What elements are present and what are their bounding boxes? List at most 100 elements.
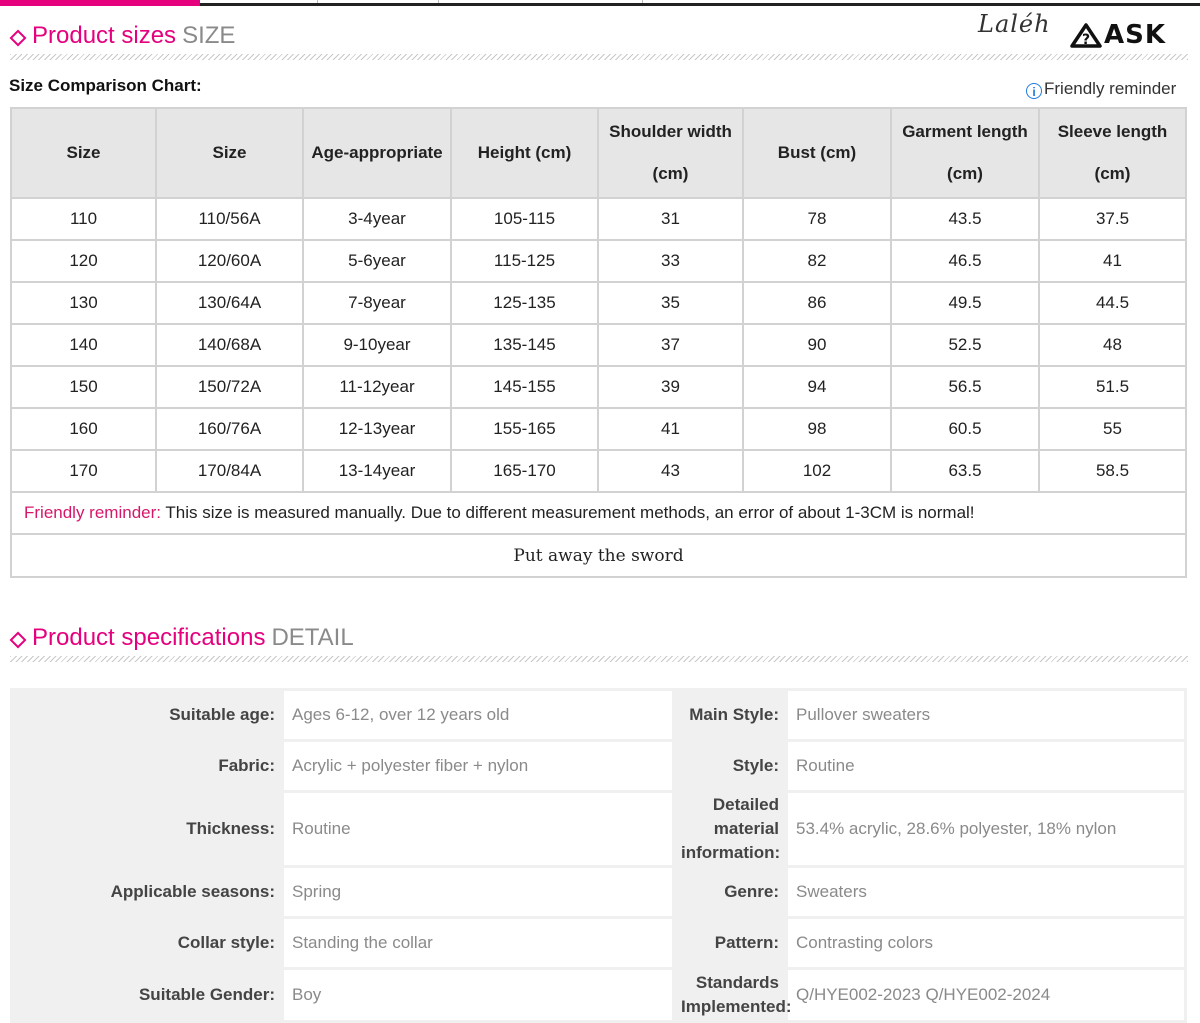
- size-table-cell: 31: [597, 197, 744, 241]
- spec-value: Routine: [788, 742, 1184, 790]
- size-table-cell: 125-135: [450, 281, 599, 325]
- size-table-cell: 110: [10, 197, 157, 241]
- size-comparison-table: Size Size Age-appropriate Height (cm) Should…: [10, 107, 1187, 578]
- size-table-cell: 63.5: [890, 449, 1040, 493]
- size-table-cell: 105-115: [450, 197, 599, 241]
- size-table-header-cell: Size: [155, 107, 304, 199]
- section-subtitle: SIZE: [182, 22, 236, 49]
- brand-script-logo: Laléh: [978, 10, 1051, 38]
- size-table-cell: 140: [10, 323, 157, 367]
- size-table-cell: 160: [10, 407, 157, 451]
- size-table-cell: 56.5: [890, 365, 1040, 409]
- size-note: Friendly reminder: This size is measured…: [10, 491, 1187, 535]
- header-label: Height (cm): [477, 143, 572, 162]
- spec-key: Suitable Gender:: [13, 970, 281, 1020]
- header-label: Sleeve length: [1057, 122, 1168, 141]
- size-table-cell: 51.5: [1038, 365, 1187, 409]
- size-table-cell: 150: [10, 365, 157, 409]
- friendly-reminder-text: Friendly reminder: [1044, 79, 1177, 98]
- friendly-reminder-link[interactable]: i Friendly reminder: [1026, 79, 1176, 99]
- size-table-cell: 55: [1038, 407, 1187, 451]
- size-table-cell: 86: [742, 281, 892, 325]
- size-table-cell: 43.5: [890, 197, 1040, 241]
- size-table-cell: 135-145: [450, 323, 599, 367]
- size-table-row: 170 170/84A 13-14year 165-170 43 102 63.5 58.5: [10, 449, 1187, 493]
- diamond-icon: [9, 29, 27, 47]
- spec-value: Standing the collar: [284, 919, 672, 967]
- size-table-cell: 60.5: [890, 407, 1040, 451]
- spec-key: Detailed material information:: [675, 793, 785, 865]
- size-table-header-cell: Shoulder width (cm): [597, 107, 744, 199]
- size-footer-row: Put away the sword: [10, 533, 1187, 578]
- note-label: Friendly reminder:: [24, 503, 161, 522]
- header-unit: (cm): [947, 164, 983, 183]
- spec-key: Genre:: [675, 868, 785, 916]
- size-note-row: Friendly reminder: This size is measured…: [10, 491, 1187, 535]
- spec-value: 53.4% acrylic, 28.6% polyester, 18% nylo…: [788, 793, 1184, 865]
- header-label: Age-appropriate: [311, 143, 443, 162]
- size-footer-text: Put away the sword: [10, 533, 1187, 578]
- spec-key: Pattern:: [675, 919, 785, 967]
- size-table-row: 110 110/56A 3-4year 105-115 31 78 43.5 37.5: [10, 197, 1187, 241]
- size-table-row: 140 140/68A 9-10year 135-145 37 90 52.5 48: [10, 323, 1187, 367]
- size-table-cell: 41: [597, 407, 744, 451]
- size-table-cell: 37: [597, 323, 744, 367]
- diamond-icon: [9, 631, 27, 649]
- hatch-divider: [10, 54, 1188, 60]
- size-table-row: 120 120/60A 5-6year 115-125 33 82 46.5 41: [10, 239, 1187, 283]
- spec-row: Thickness: Routine Detailed material infor…: [13, 793, 1184, 865]
- size-table-cell: 35: [597, 281, 744, 325]
- spec-value: Acrylic + polyester fiber + nylon: [284, 742, 672, 790]
- size-table-cell: 39: [597, 365, 744, 409]
- section-title: Product sizes SIZE: [32, 22, 236, 49]
- size-table-cell: 140/68A: [155, 323, 304, 367]
- brand-wordmark: ASK: [1104, 20, 1166, 50]
- product-spec-table: Suitable age: Ages 6-12, over 12 years ol…: [10, 688, 1187, 1023]
- spec-value: Q/HYE002-2023 Q/HYE002-2024: [788, 970, 1184, 1020]
- size-table-cell: 5-6year: [302, 239, 452, 283]
- size-table-cell: 33: [597, 239, 744, 283]
- size-table-cell: 58.5: [1038, 449, 1187, 493]
- spec-key: Main Style:: [675, 691, 785, 739]
- size-table-cell: 155-165: [450, 407, 599, 451]
- size-chart-label: Size Comparison Chart:: [9, 76, 202, 95]
- size-table-cell: 7-8year: [302, 281, 452, 325]
- size-table-cell: 48: [1038, 323, 1187, 367]
- size-table-cell: 13-14year: [302, 449, 452, 493]
- size-table-cell: 49.5: [890, 281, 1040, 325]
- size-table-cell: 3-4year: [302, 197, 452, 241]
- spec-key: Applicable seasons:: [13, 868, 281, 916]
- question-house-icon: ?: [1070, 23, 1102, 48]
- size-table-cell: 98: [742, 407, 892, 451]
- size-table-cell: 145-155: [450, 365, 599, 409]
- spec-value: Spring: [284, 868, 672, 916]
- header-label: Size: [66, 143, 101, 162]
- spec-value: Boy: [284, 970, 672, 1020]
- active-tab-indicator: [0, 0, 200, 6]
- tab-divider: [642, 0, 643, 3]
- spec-row: Applicable seasons: Spring Genre: Sweaters: [13, 868, 1184, 916]
- section-subtitle: DETAIL: [271, 624, 354, 651]
- size-table-row: 160 160/76A 12-13year 155-165 41 98 60.5 55: [10, 407, 1187, 451]
- header-label: Bust (cm): [777, 143, 857, 162]
- section-title: Product specifications DETAIL: [32, 624, 354, 651]
- spec-key: Suitable age:: [13, 691, 281, 739]
- spec-row: Fabric: Acrylic + polyester fiber + nylon…: [13, 742, 1184, 790]
- spec-value: Ages 6-12, over 12 years old: [284, 691, 672, 739]
- size-table-cell: 120/60A: [155, 239, 304, 283]
- size-table-cell: 150/72A: [155, 365, 304, 409]
- spec-value: Pullover sweaters: [788, 691, 1184, 739]
- spec-key: Style:: [675, 742, 785, 790]
- size-table-cell: 120: [10, 239, 157, 283]
- size-table-header-cell: Height (cm): [450, 107, 599, 199]
- size-table-cell: 41: [1038, 239, 1187, 283]
- size-table-cell: 165-170: [450, 449, 599, 493]
- header-label: Shoulder width: [609, 122, 732, 141]
- size-table-header-cell: Age-appropriate: [302, 107, 452, 199]
- size-table-cell: 82: [742, 239, 892, 283]
- spec-row: Suitable Gender: Boy Standards Implemented…: [13, 970, 1184, 1020]
- header-label: Size: [212, 143, 247, 162]
- size-table-cell: 160/76A: [155, 407, 304, 451]
- spec-row: Collar style: Standing the collar Pattern:…: [13, 919, 1184, 967]
- size-table-cell: 110/56A: [155, 197, 304, 241]
